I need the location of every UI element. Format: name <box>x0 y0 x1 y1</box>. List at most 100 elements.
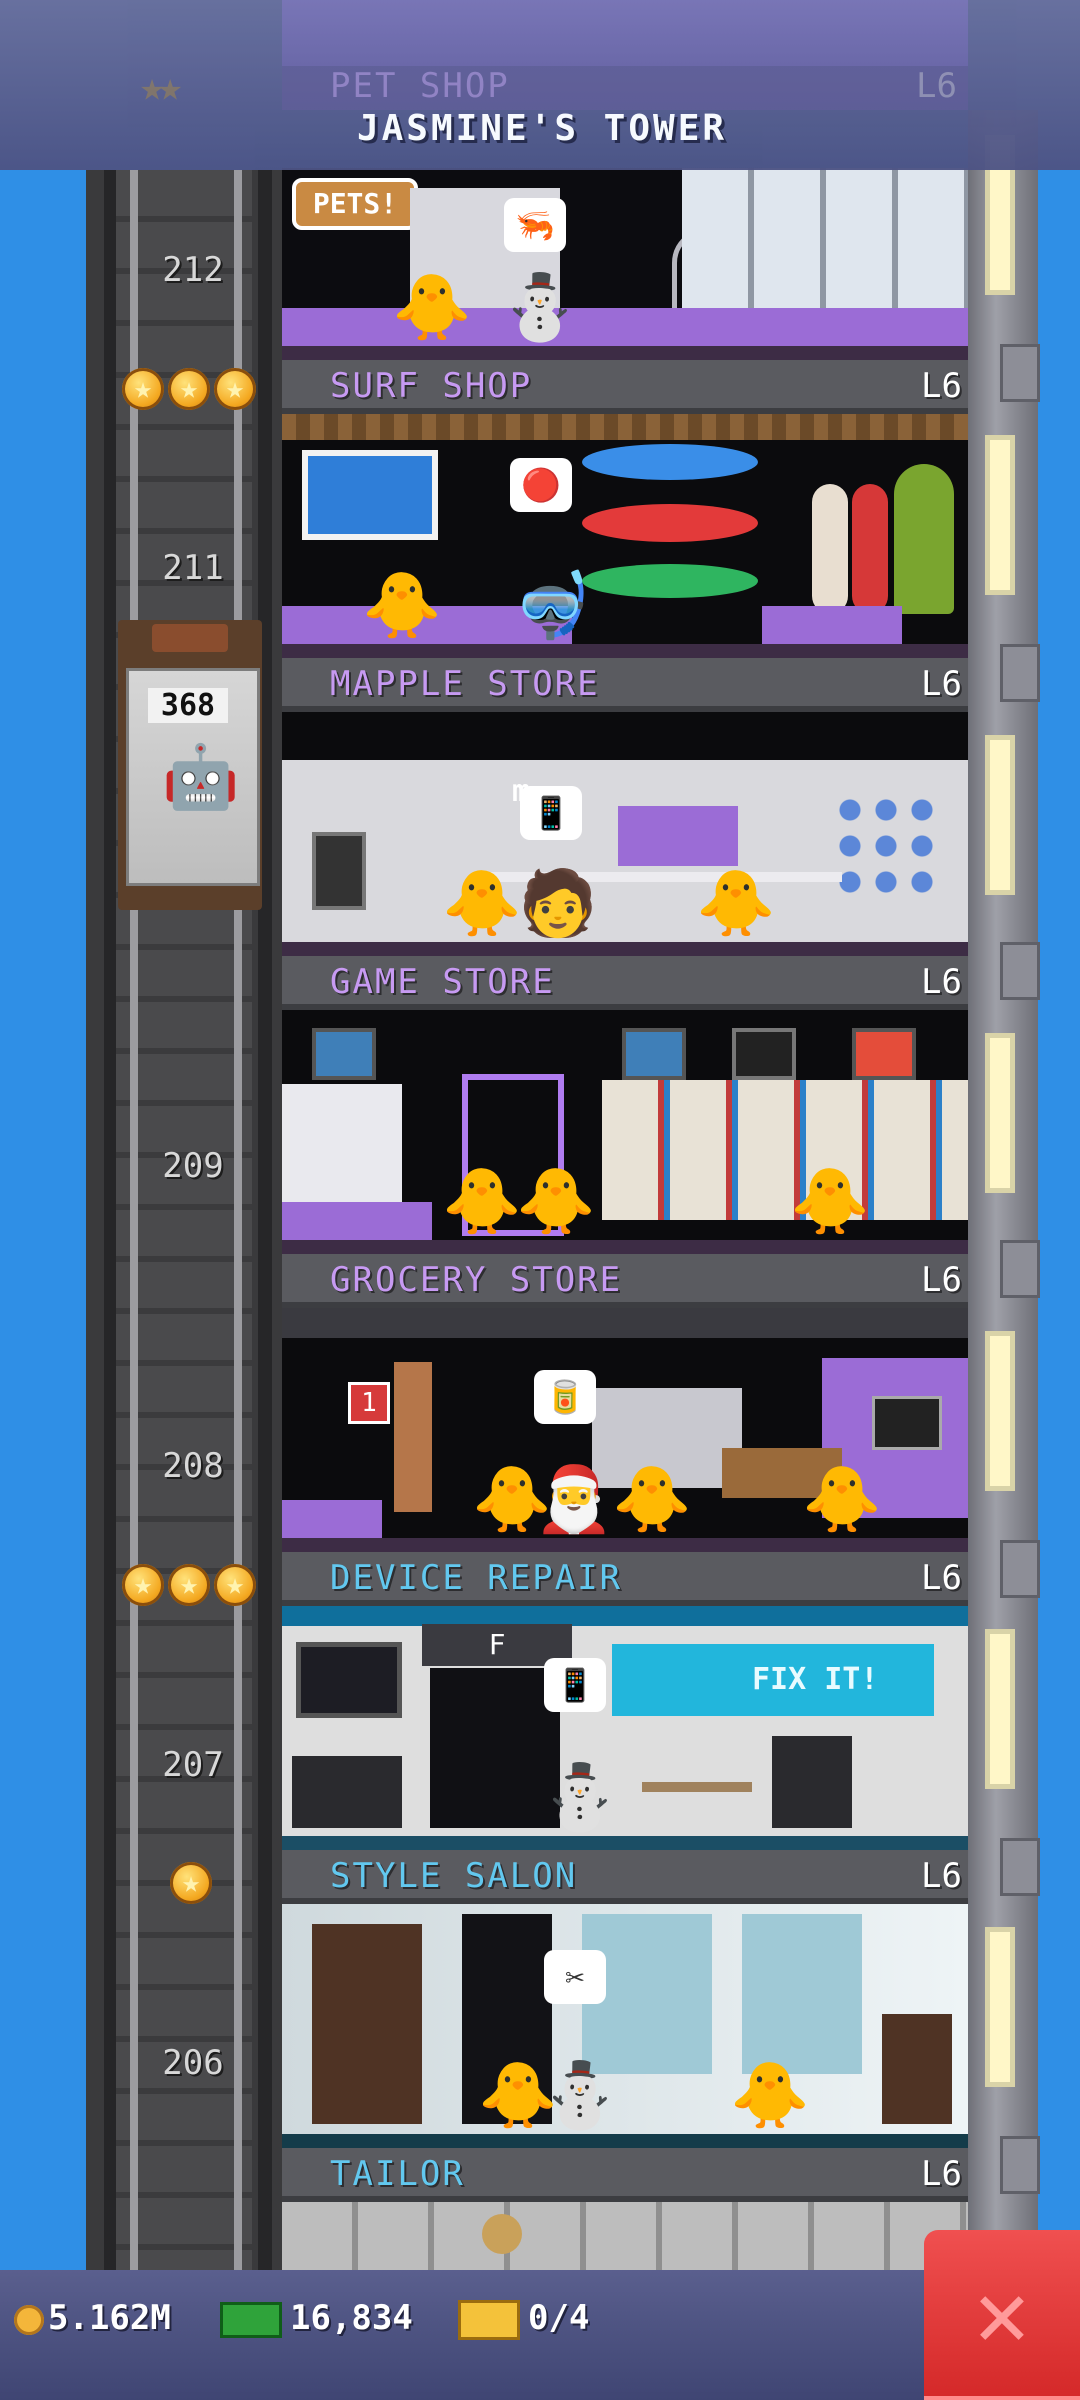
floor-device-repair[interactable]: DEVICE REPAIR L6 F FIX IT! 📱 ⛄ <box>282 1552 968 1850</box>
plant <box>894 464 954 614</box>
wall-window <box>990 1634 1010 1784</box>
chicken-suit-resident[interactable]: 🐥 <box>790 1170 870 1234</box>
floor-style-salon[interactable]: STYLE SALON L6 ✂ 🐥 ⛄ 🐥 <box>282 1850 968 2148</box>
pillar <box>394 1362 432 1512</box>
chicken-suit-resident[interactable]: 🐥 <box>802 1468 882 1532</box>
floor-game-store[interactable]: GAME STORE L6 🐥 🐥 🐥 <box>282 956 968 1254</box>
star-icon: ★ <box>122 1564 164 1606</box>
elevator-top <box>152 624 228 652</box>
display-case <box>772 1736 852 1828</box>
wall-bracket <box>1000 344 1040 402</box>
snowman-resident[interactable]: ⛄ <box>540 2064 620 2128</box>
wall-bracket <box>1000 1838 1040 1896</box>
floor-level: L6 <box>921 1558 962 1598</box>
floor-mapple-store[interactable]: MAPPLE STORE L6 m 🐥 📱 🧑 🐥 <box>282 658 968 956</box>
close-icon: ✕ <box>974 2260 1030 2367</box>
snowman-resident[interactable]: ⛄ <box>500 276 580 340</box>
request-bubble[interactable]: 🔴 <box>510 458 572 512</box>
aisle-sign: 1 <box>348 1382 390 1424</box>
floor-pet-shop[interactable]: PETS! 🐥 🦐 ⛄ <box>282 168 968 360</box>
floor-212-stars[interactable]: ★ ★ ★ <box>122 368 256 410</box>
floor-number-208: 208 <box>162 1446 224 1486</box>
floor-sign: GROCERY STORE L6 <box>282 1254 968 1308</box>
partial-floor-stars: ★★ <box>140 64 182 110</box>
status-bar: 5.162M 16,834 0/4 <box>0 2270 1080 2400</box>
chicken-suit-resident[interactable]: 🐥 <box>442 872 522 936</box>
request-bubble[interactable]: ✂ <box>544 1950 606 2004</box>
floor-208-stars[interactable]: ★ ★ ★ <box>122 1564 256 1606</box>
floor-name: MAPPLE STORE <box>330 664 600 704</box>
bux-value: 16,834 <box>290 2298 413 2338</box>
request-bubble[interactable]: 🥫 <box>534 1370 596 1424</box>
floor-level: L6 <box>921 1856 962 1896</box>
chicken-suit-resident[interactable]: 🐥 <box>730 2064 810 2128</box>
floor-number-206: 206 <box>162 2043 224 2083</box>
tickets-stat[interactable]: 0/4 <box>458 2298 589 2340</box>
chicken-suit-resident[interactable]: 🐥 <box>696 872 776 936</box>
wall-window <box>990 1038 1010 1188</box>
floor-level: L6 <box>921 962 962 1002</box>
floor-sign: STYLE SALON L6 <box>282 1850 968 1904</box>
ticket-icon <box>458 2299 520 2340</box>
surfboard-blue <box>582 444 758 480</box>
floor-level: L6 <box>921 664 962 704</box>
wall-bracket <box>1000 1240 1040 1298</box>
partial-floor-level: L6 <box>916 66 957 106</box>
wall-window <box>990 1932 1010 2082</box>
floor-name: SURF SHOP <box>330 366 533 406</box>
cash-icon <box>220 2301 282 2338</box>
request-bubble[interactable]: 📱 <box>544 1658 606 1712</box>
santa-resident[interactable]: 🎅 <box>534 1468 614 1532</box>
passenger-icon: 🤖 <box>162 740 240 813</box>
fish-tanks <box>682 168 968 318</box>
floor-207-stars[interactable]: ★ <box>170 1862 212 1904</box>
product-screen <box>618 806 738 866</box>
menu-board <box>872 1396 942 1450</box>
elevator-shaft[interactable] <box>86 170 282 2270</box>
standing-surfboard <box>812 484 848 614</box>
repair-desk <box>292 1756 402 1828</box>
chicken-suit-resident[interactable]: 🐥 <box>392 276 472 340</box>
chicken-suit-resident[interactable]: 🐥 <box>362 574 442 638</box>
surfboard-green <box>582 564 758 598</box>
coin-icon <box>14 2304 44 2335</box>
floor-tailor[interactable]: TAILOR L6 <box>282 2148 968 2270</box>
tower-name[interactable]: JASMINE'S TOWER <box>282 108 802 149</box>
game-poster <box>312 1028 376 1080</box>
floor-grocery-store[interactable]: GROCERY STORE L6 1 🐥 🥫 🎅 🐥 🐥 <box>282 1254 968 1552</box>
wall-bracket <box>1000 644 1040 702</box>
wall-window <box>990 1336 1010 1486</box>
coins-stat[interactable]: 5.162M <box>14 2298 171 2338</box>
request-bubble[interactable]: 📱 <box>520 786 582 840</box>
snowman-resident[interactable]: ⛄ <box>540 1766 620 1830</box>
tv-on-wall <box>296 1642 402 1718</box>
wall-bracket <box>1000 1540 1040 1598</box>
floor-name: DEVICE REPAIR <box>330 1558 623 1598</box>
chicken-suit-resident[interactable]: 🐥 <box>442 1170 522 1234</box>
game-poster <box>852 1028 916 1080</box>
chicken-suit-resident[interactable]: 🐥 <box>612 1468 692 1532</box>
request-bubble[interactable]: 🦐 <box>504 198 566 252</box>
floor-sign: MAPPLE STORE L6 <box>282 658 968 712</box>
salon-mirror <box>742 1914 862 2074</box>
diver-resident[interactable]: 🤿 <box>512 574 592 638</box>
close-button[interactable]: ✕ <box>924 2230 1080 2400</box>
coins-value: 5.162M <box>48 2298 171 2338</box>
floor-number-211: 211 <box>162 548 224 588</box>
floor-level: L6 <box>921 1260 962 1300</box>
shopkeeper-resident[interactable]: 🧑 <box>518 872 598 936</box>
floor-sign: DEVICE REPAIR L6 <box>282 1552 968 1606</box>
floor-surf-shop[interactable]: SURF SHOP L6 🐥 🔴 🤿 <box>282 360 968 658</box>
wall-bracket <box>1000 2136 1040 2194</box>
app-icon-wall <box>832 792 942 902</box>
game-poster <box>622 1028 686 1080</box>
star-icon: ★ <box>168 368 210 410</box>
elevator-car[interactable]: 368 🤖 <box>118 620 262 910</box>
tablet-stand <box>312 832 366 910</box>
surf-poster <box>302 450 438 540</box>
surf-display <box>762 606 902 644</box>
bux-stat[interactable]: 16,834 <box>220 2298 413 2338</box>
chicken-suit-resident[interactable]: 🐥 <box>516 1170 596 1234</box>
star-icon: ★ <box>168 1564 210 1606</box>
pet-counter <box>282 308 968 346</box>
